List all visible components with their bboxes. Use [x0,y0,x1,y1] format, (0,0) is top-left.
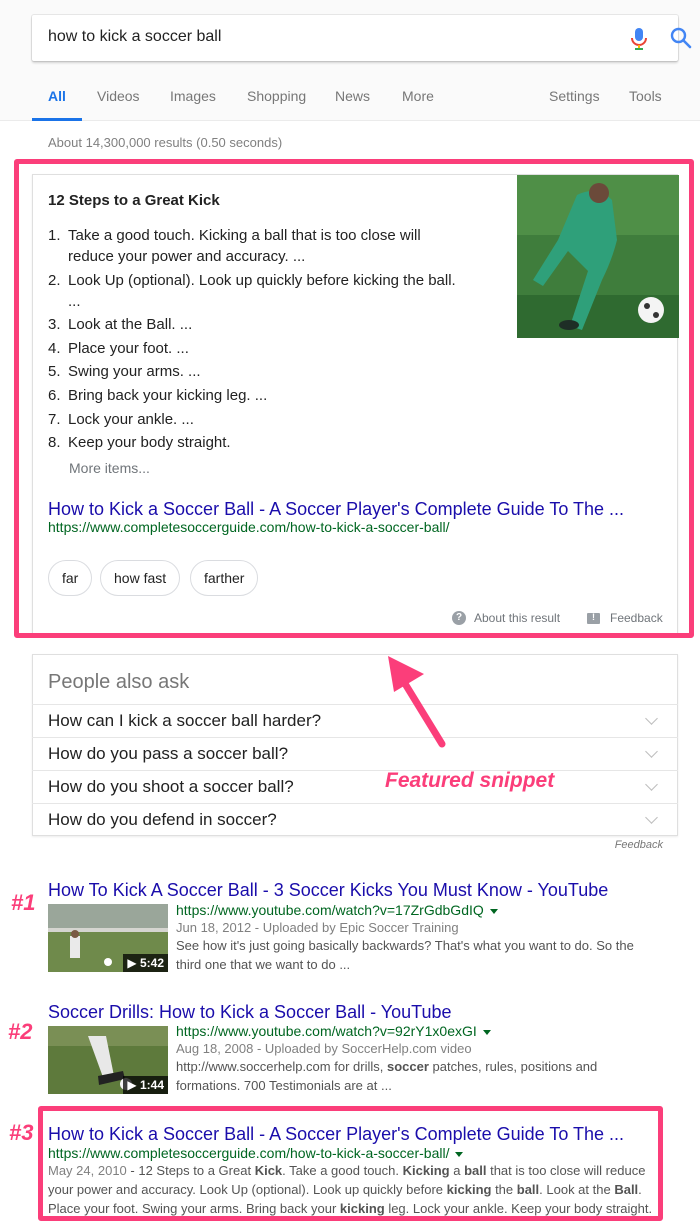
tab-shopping[interactable]: Shopping [247,88,306,121]
chip-far[interactable]: far [48,560,93,596]
dropdown-caret-icon[interactable] [455,1151,464,1157]
tab-news[interactable]: News [335,88,370,121]
list-item: 7. Lock your ankle. ... [48,410,194,428]
paa-question[interactable]: How can I kick a soccer ball harder? [32,704,678,737]
snippet-result-title[interactable]: How to Kick a Soccer Ball - A Soccer Pla… [48,499,624,520]
tab-settings[interactable]: Settings [549,88,600,121]
video-thumbnail[interactable]: ▶ 5:42 [48,904,168,972]
microphone-icon[interactable] [629,27,649,51]
chip-how-fast[interactable]: how fast [100,560,181,596]
rank-annotation-3: #3 [9,1120,34,1145]
list-item: 8. Keep your body straight. [48,434,231,452]
dropdown-caret-icon[interactable] [482,1029,491,1035]
video-duration: ▶ 5:42 [123,954,168,972]
snippet-feedback[interactable]: Feedback [587,611,663,625]
chip-farther[interactable]: farther [190,560,259,596]
result-url[interactable]: https://www.completesoccerguide.com/how-… [48,1145,464,1161]
search-icon[interactable] [670,27,692,49]
tab-tools[interactable]: Tools [629,88,662,121]
paa-question[interactable]: How do you defend in soccer? [32,803,678,836]
paa-question[interactable]: How do you pass a soccer ball? [32,737,678,770]
paa-question[interactable]: How do you shoot a soccer ball? [32,770,678,803]
snippet-result-url[interactable]: https://www.completesoccerguide.com/how-… [48,519,449,535]
rank-annotation-2: #2 [8,1019,33,1044]
tab-more[interactable]: More [402,88,434,121]
result-description: http://www.soccerhelp.com for drills, so… [176,1059,598,1093]
result-title[interactable]: How To Kick A Soccer Ball - 3 Soccer Kic… [48,880,608,901]
video-duration: ▶ 1:44 [123,1076,168,1094]
result-description: May 24, 2010 - 12 Steps to a Great Kick.… [48,1163,653,1216]
chevron-down-icon [645,712,658,725]
chevron-down-icon [645,778,658,791]
help-icon: ? [452,611,466,625]
annotation-arrow-icon [388,656,446,748]
feedback-icon [587,612,600,624]
list-item: 6. Bring back your kicking leg. ... [48,386,268,404]
paa-feedback-link[interactable]: Feedback [615,839,663,851]
result-stats: About 14,300,000 results (0.50 seconds) [48,135,283,150]
search-header: how to kick a soccer ball All Videos Ima… [0,0,700,121]
snippet-steps: 1. Take a good touch. Kicking a ball that… [48,225,503,456]
video-thumbnail[interactable]: ▶ 1:44 [48,1026,168,1094]
list-item: 5. Swing your arms. ... [48,363,201,381]
search-tabs: All Videos Images Shopping News More Set… [0,88,700,121]
rank-annotation-1: #1 [11,890,36,915]
tab-videos[interactable]: Videos [97,88,140,121]
tab-images[interactable]: Images [170,88,216,121]
dropdown-caret-icon[interactable] [489,908,498,914]
result-url[interactable]: https://www.youtube.com/watch?v=17ZrGdbG… [176,902,498,918]
result-url[interactable]: https://www.youtube.com/watch?v=92rY1x0e… [176,1023,491,1039]
list-item: 3. Look at the Ball. ... [48,316,193,334]
search-input[interactable]: how to kick a soccer ball [32,15,692,61]
people-also-ask-title: People also ask [48,671,190,693]
search-query[interactable]: how to kick a soccer ball [48,28,221,46]
result-meta: Aug 18, 2008 - Uploaded by SoccerHelp.co… [176,1041,472,1056]
chevron-down-icon [645,745,658,758]
snippet-image[interactable] [517,175,679,338]
tab-all[interactable]: All [32,88,82,121]
list-item: 2. Look Up (optional). Look up quickly be… [48,271,456,310]
more-items-link[interactable]: More items... [69,460,150,476]
result-title[interactable]: Soccer Drills: How to Kick a Soccer Ball… [48,1002,452,1023]
list-item: 1. Take a good touch. Kicking a ball that… [48,227,421,265]
result-title[interactable]: How to Kick a Soccer Ball - A Soccer Pla… [48,1124,624,1145]
result-meta: Jun 18, 2012 - Uploaded by Epic Soccer T… [176,920,459,935]
chevron-down-icon [645,811,658,824]
result-description: See how it's just going basically backwa… [176,938,634,972]
list-item: 4. Place your foot. ... [48,339,189,357]
about-this-result[interactable]: ? About this result [452,611,560,625]
snippet-title: 12 Steps to a Great Kick [48,192,220,209]
featured-snippet-annotation: Featured snippet [385,769,555,792]
